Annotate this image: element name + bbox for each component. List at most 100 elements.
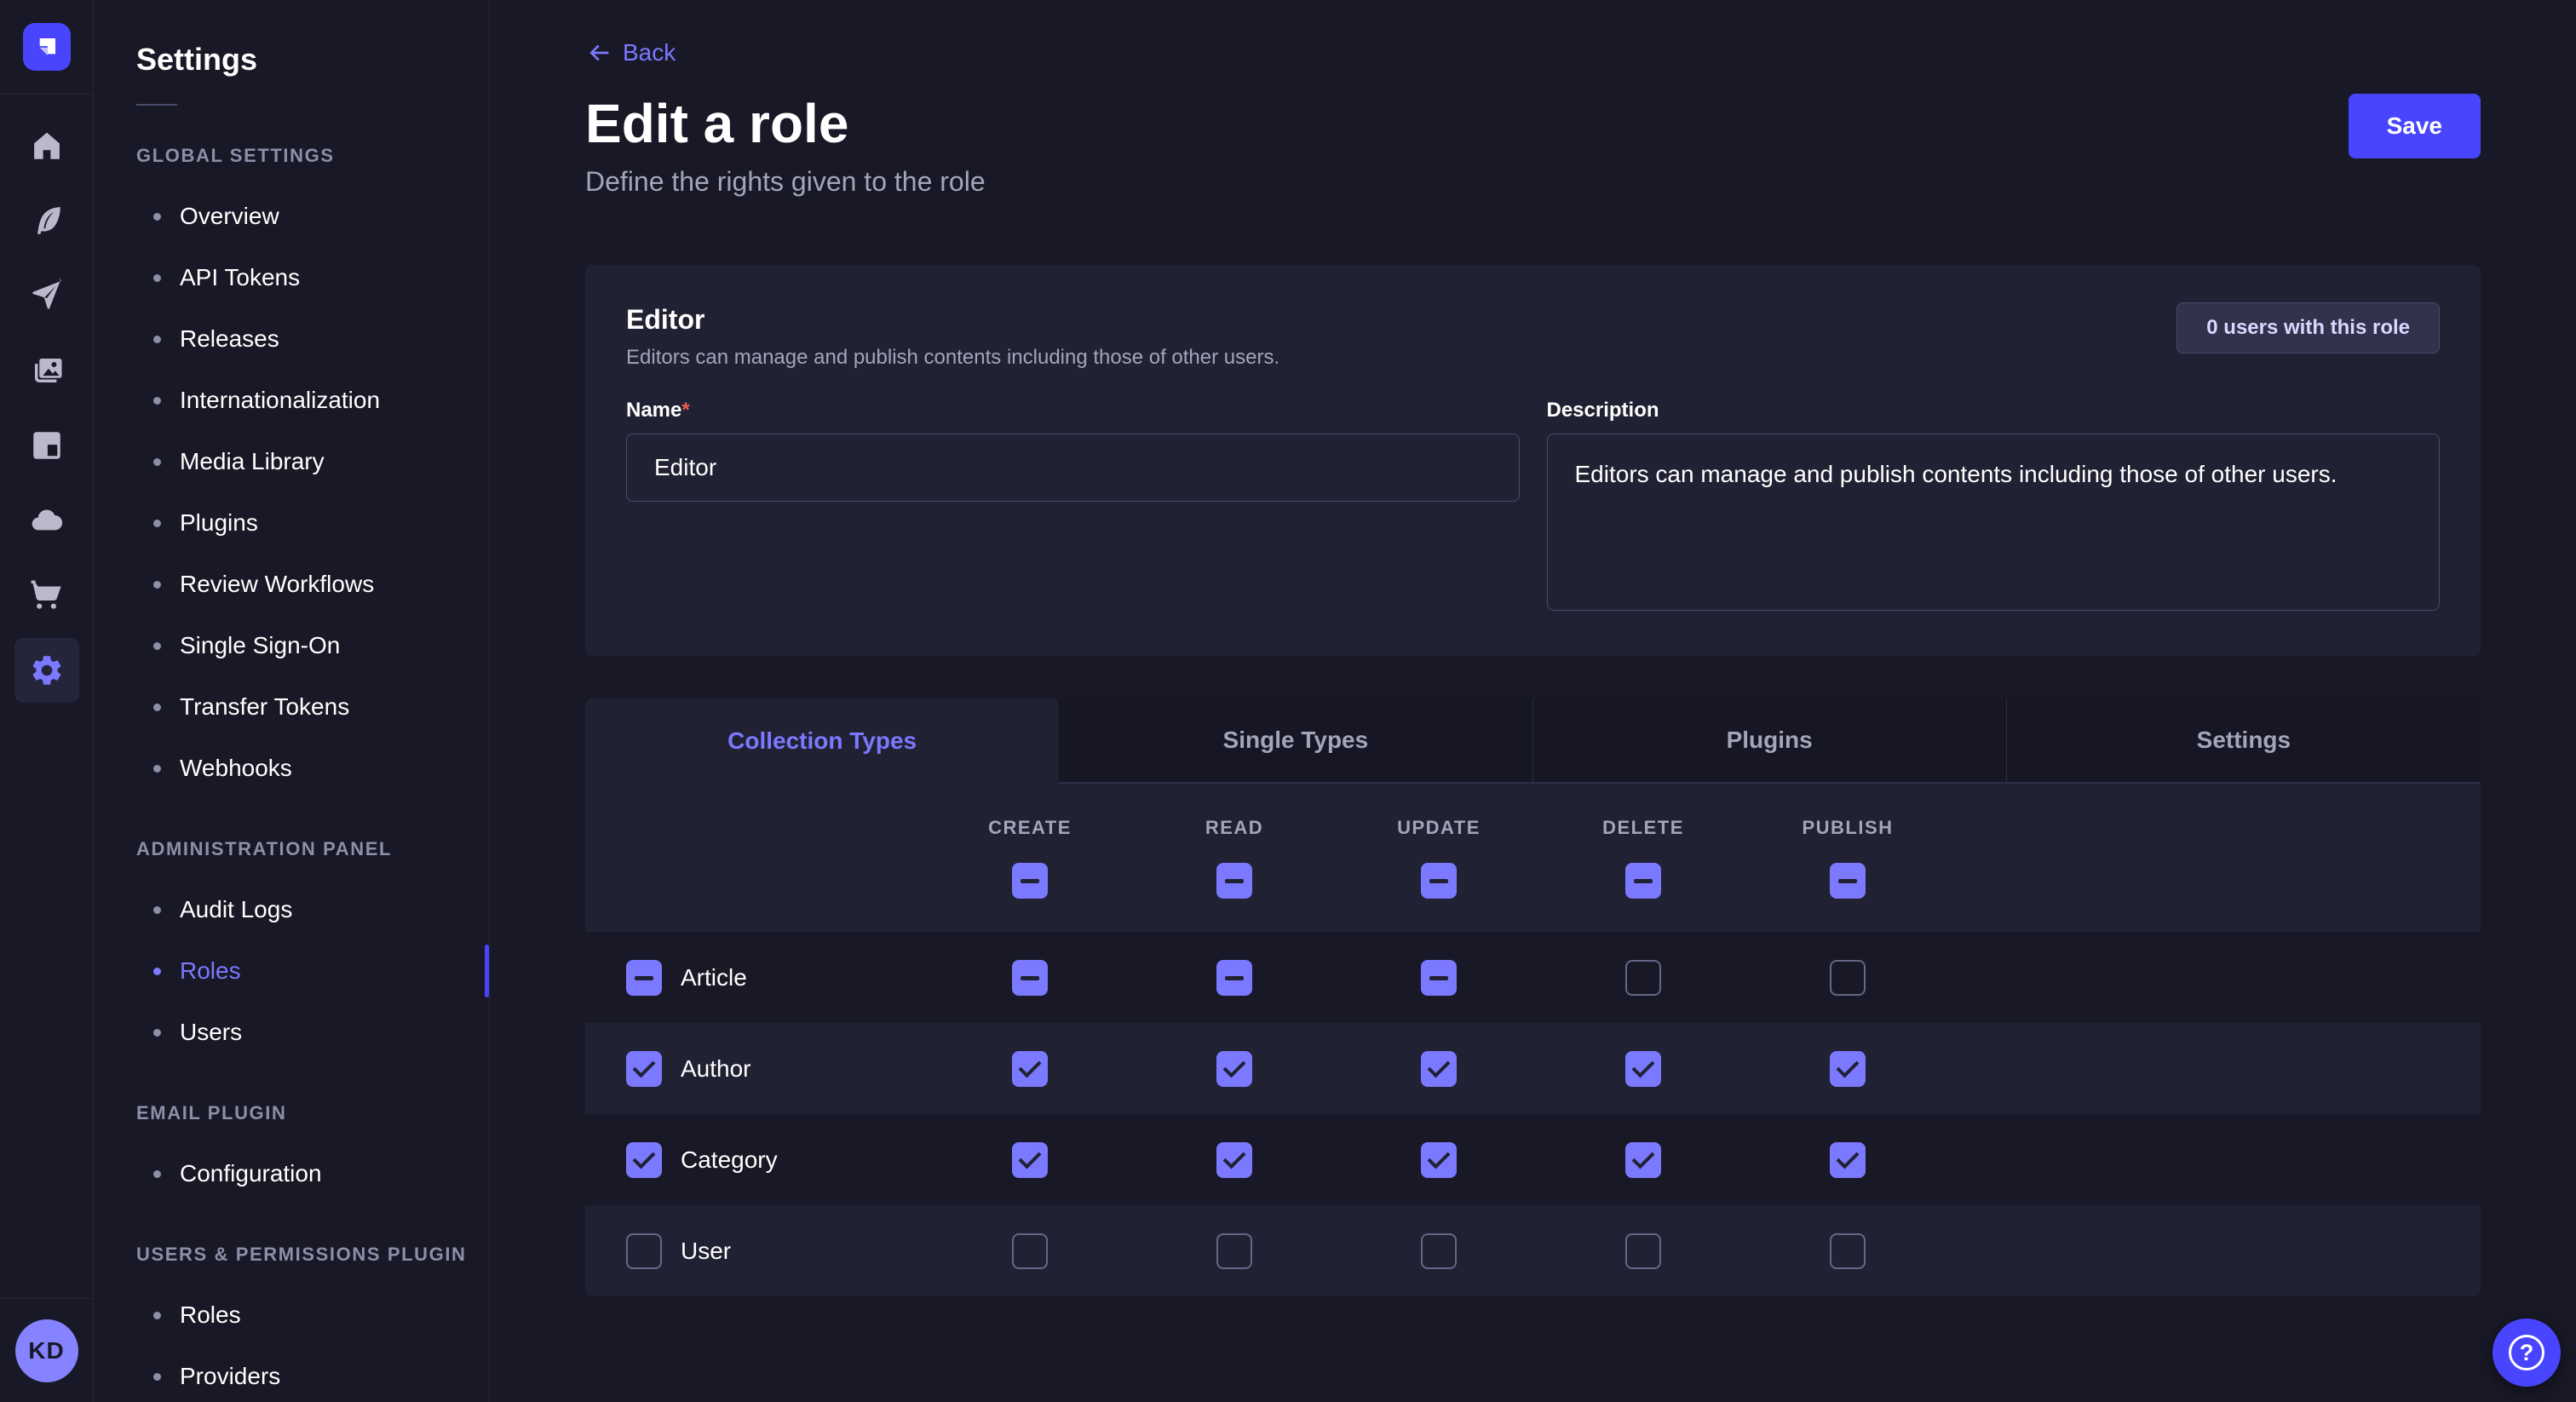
row-label-cell-category: Category: [585, 1142, 928, 1178]
checkbox-category-read[interactable]: [1216, 1142, 1252, 1178]
bullet-icon: [153, 1312, 161, 1319]
permissions-rows: Article Author Category User: [585, 932, 2481, 1296]
sidebar-item-internationalization[interactable]: Internationalization: [136, 370, 489, 431]
sidebar-item-webhooks[interactable]: Webhooks: [136, 738, 489, 799]
checkbox-author-delete[interactable]: [1625, 1051, 1661, 1087]
back-link[interactable]: Back: [585, 39, 676, 66]
perm-cell-author-create: [928, 1051, 1132, 1087]
checkbox-select-all-create[interactable]: [1012, 863, 1048, 899]
checkbox-user-delete[interactable]: [1625, 1233, 1661, 1269]
checkbox-article-update[interactable]: [1421, 960, 1457, 996]
sidebar-item-media-library[interactable]: Media Library: [136, 431, 489, 492]
tab-collection-types[interactable]: Collection Types: [585, 698, 1059, 784]
role-card-titles: Editor Editors can manage and publish co…: [626, 302, 1279, 371]
bullet-icon: [153, 336, 161, 343]
name-input[interactable]: [626, 434, 1520, 502]
layout-rail-button[interactable]: [14, 413, 79, 478]
media-library-rail-button[interactable]: [14, 338, 79, 403]
checkbox-user-publish[interactable]: [1830, 1233, 1866, 1269]
checkbox-author-update[interactable]: [1421, 1051, 1457, 1087]
sidebar-item-api-tokens[interactable]: API Tokens: [136, 247, 489, 308]
feather-rail-button[interactable]: [14, 188, 79, 253]
checkbox-select-all-read[interactable]: [1216, 863, 1252, 899]
row-label-category: Category: [681, 1146, 778, 1174]
sidebar-item-releases[interactable]: Releases: [136, 308, 489, 370]
checkbox-article[interactable]: [626, 960, 662, 996]
checkbox-article-delete[interactable]: [1625, 960, 1661, 996]
sidebar-item-configuration[interactable]: Configuration: [136, 1143, 489, 1204]
avatar[interactable]: KD: [15, 1319, 78, 1382]
row-label-author: Author: [681, 1055, 751, 1083]
app-window: KD Settings GLOBAL SETTINGSOverviewAPI T…: [0, 0, 2576, 1402]
checkbox-category-delete[interactable]: [1625, 1142, 1661, 1178]
paper-plane-rail-button[interactable]: [14, 263, 79, 328]
checkbox-select-all-delete[interactable]: [1625, 863, 1661, 899]
role-details-card: Editor Editors can manage and publish co…: [585, 265, 2481, 656]
description-textarea[interactable]: Editors can manage and publish contents …: [1547, 434, 2441, 611]
sidebar-item-overview[interactable]: Overview: [136, 186, 489, 247]
sidebar-item-label: Plugins: [180, 509, 258, 537]
strapi-logo-icon[interactable]: [23, 23, 71, 71]
save-button[interactable]: Save: [2349, 94, 2481, 158]
perm-header-col-publish: Publish: [1745, 817, 1950, 899]
feather-icon: [29, 203, 65, 238]
perm-cell-category-update: [1337, 1142, 1541, 1178]
sidebar-item-label: Overview: [180, 203, 279, 230]
checkbox-author-publish[interactable]: [1830, 1051, 1866, 1087]
row-label-user: User: [681, 1238, 731, 1265]
sidebar-section-heading-users-permissions-plugin: USERS & PERMISSIONS PLUGIN: [136, 1242, 489, 1267]
permission-row-user: User: [585, 1205, 2481, 1296]
checkbox-author-read[interactable]: [1216, 1051, 1252, 1087]
sidebar-item-label: Transfer Tokens: [180, 693, 349, 721]
sidebar-item-roles[interactable]: Roles: [136, 1284, 489, 1346]
sidebar-item-roles[interactable]: Roles: [136, 940, 489, 1002]
cloud-rail-button[interactable]: [14, 488, 79, 553]
checkbox-user-create[interactable]: [1012, 1233, 1048, 1269]
sidebar-item-review-workflows[interactable]: Review Workflows: [136, 554, 489, 615]
perm-cell-article-create: [928, 960, 1132, 996]
description-field-label: Description: [1547, 398, 2441, 423]
help-button[interactable]: ?: [2493, 1319, 2561, 1387]
row-label-cell-user: User: [585, 1233, 928, 1269]
checkbox-select-all-update[interactable]: [1421, 863, 1457, 899]
tab-single-types[interactable]: Single Types: [1059, 698, 1532, 784]
media-library-icon: [29, 353, 65, 388]
checkbox-author[interactable]: [626, 1051, 662, 1087]
sidebar-item-label: Webhooks: [180, 755, 292, 782]
cart-rail-button[interactable]: [14, 563, 79, 628]
sidebar-sections: GLOBAL SETTINGSOverviewAPI TokensRelease…: [136, 143, 489, 1402]
checkbox-user-read[interactable]: [1216, 1233, 1252, 1269]
checkbox-user-update[interactable]: [1421, 1233, 1457, 1269]
bullet-icon: [153, 1373, 161, 1381]
sidebar-item-plugins[interactable]: Plugins: [136, 492, 489, 554]
sidebar-item-providers[interactable]: Providers: [136, 1346, 489, 1402]
checkbox-category-create[interactable]: [1012, 1142, 1048, 1178]
sidebar-item-single-sign-on[interactable]: Single Sign-On: [136, 615, 489, 676]
checkbox-article-publish[interactable]: [1830, 960, 1866, 996]
sidebar-item-label: Single Sign-On: [180, 632, 340, 659]
checkbox-article-create[interactable]: [1012, 960, 1048, 996]
paper-plane-icon: [29, 278, 65, 313]
checkbox-user[interactable]: [626, 1233, 662, 1269]
sidebar-item-audit-logs[interactable]: Audit Logs: [136, 879, 489, 940]
sidebar-item-transfer-tokens[interactable]: Transfer Tokens: [136, 676, 489, 738]
checkbox-category[interactable]: [626, 1142, 662, 1178]
tab-settings[interactable]: Settings: [2007, 698, 2481, 784]
bullet-icon: [153, 581, 161, 589]
role-form-fields: Name* Description Editors can manage and…: [626, 398, 2440, 615]
sidebar-section-list-global-settings: Overview API TokensReleasesInternationali…: [136, 186, 489, 799]
gear-rail-button[interactable]: [14, 638, 79, 703]
checkbox-select-all-publish[interactable]: [1830, 863, 1866, 899]
checkbox-category-publish[interactable]: [1830, 1142, 1866, 1178]
checkbox-article-read[interactable]: [1216, 960, 1252, 996]
tab-plugins[interactable]: Plugins: [1533, 698, 2007, 784]
column-label-delete: Delete: [1602, 817, 1684, 839]
sidebar-item-users[interactable]: Users: [136, 1002, 489, 1063]
row-label-article: Article: [681, 964, 747, 991]
checkbox-author-create[interactable]: [1012, 1051, 1048, 1087]
home-rail-button[interactable]: [14, 113, 79, 178]
checkbox-category-update[interactable]: [1421, 1142, 1457, 1178]
perm-header-col-update: Update: [1337, 817, 1541, 899]
sidebar-item-label: Audit Logs: [180, 896, 292, 923]
perm-cell-category-publish: [1745, 1142, 1950, 1178]
